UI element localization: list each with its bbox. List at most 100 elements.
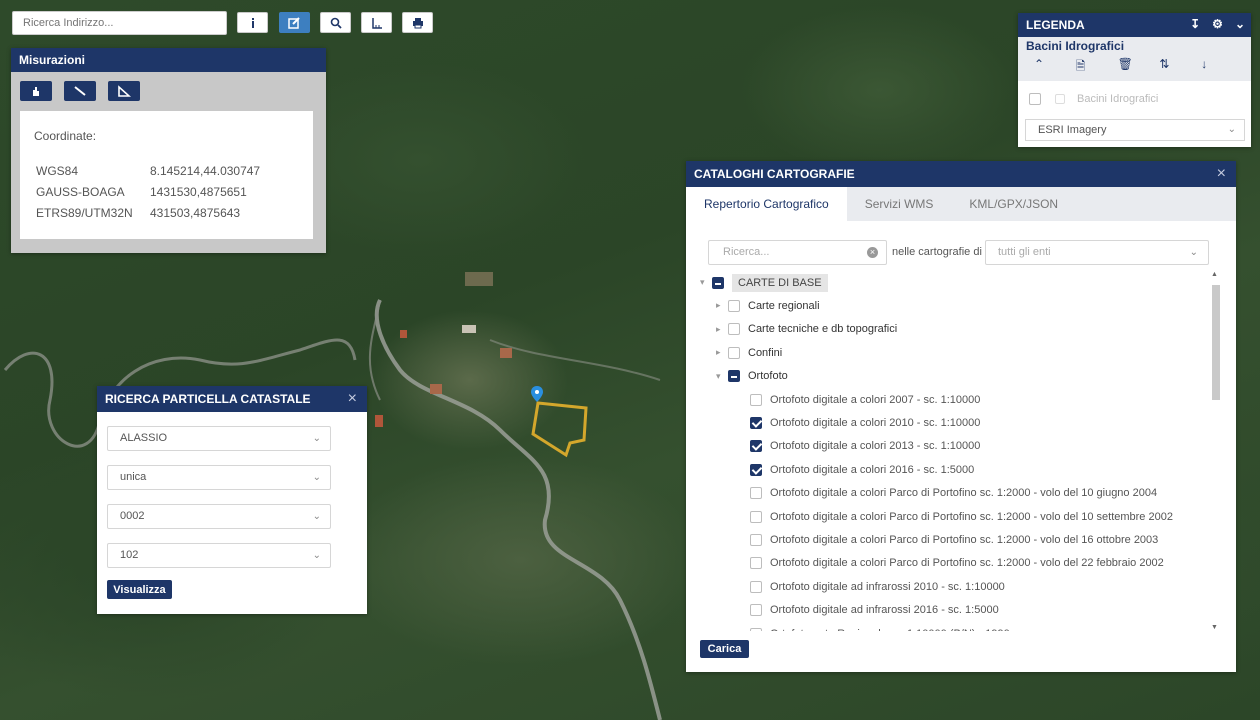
tree-item-label: Ortofoto digitale a colori Parco di Port… — [770, 533, 1159, 546]
tree-checkbox[interactable] — [728, 346, 740, 359]
tree-checkbox[interactable] — [728, 299, 740, 312]
tree-item[interactable]: Ortofoto digitale a colori Parco di Port… — [750, 482, 1157, 505]
tree-checkbox[interactable] — [750, 487, 762, 500]
tree-item[interactable]: ▾ Ortofoto — [716, 365, 788, 388]
tree-item-label: Ortofoto digitale a colori 2016 - sc. 1:… — [770, 463, 975, 476]
layers-icon[interactable]: ⇅ — [1159, 57, 1201, 78]
tree-item[interactable]: ▸ Confini — [716, 341, 782, 364]
tree-scrollbar[interactable]: ▲ ▼ — [1211, 271, 1220, 631]
tab-wms[interactable]: Servizi WMS — [847, 187, 952, 221]
basemap-select[interactable]: ESRI Imagery ⌄ — [1025, 119, 1245, 141]
tree-item[interactable]: Ortofoto digitale a colori 2013 - sc. 1:… — [750, 435, 980, 458]
tree-checkbox[interactable] — [750, 533, 762, 546]
area-measure-button[interactable] — [108, 81, 140, 101]
tree-item[interactable]: Ortofoto digitale a colori 2016 - sc. 1:… — [750, 458, 974, 481]
scrollbar-thumb[interactable] — [1212, 285, 1220, 400]
search-icon — [330, 17, 342, 29]
tree-item[interactable]: Ortofoto digitale a colori 2010 - sc. 1:… — [750, 411, 980, 434]
arrow-down-icon[interactable]: ↓ — [1201, 57, 1243, 78]
tree-checkbox[interactable] — [750, 393, 762, 406]
ruler-line-icon — [74, 86, 86, 96]
caret-down-icon[interactable]: ▾ — [716, 371, 728, 382]
gear-icon[interactable]: ⚙ — [1212, 17, 1223, 31]
point-measure-button[interactable] — [20, 81, 52, 101]
scroll-down-icon[interactable]: ▼ — [1211, 624, 1218, 631]
tab-repertorio[interactable]: Repertorio Cartografico — [686, 187, 847, 221]
clear-icon[interactable]: × — [867, 247, 878, 258]
layer-label: Bacini Idrografici — [1077, 92, 1159, 105]
trash-icon[interactable]: 🗑 — [1118, 57, 1160, 78]
tab-kml[interactable]: KML/GPX/JSON — [951, 187, 1076, 221]
tree-checkbox[interactable] — [750, 510, 762, 523]
hand-pointer-icon — [33, 87, 39, 96]
tree-checkbox[interactable] — [712, 276, 724, 289]
search-button[interactable] — [320, 12, 351, 33]
foglio-value: 0002 — [120, 510, 145, 522]
tree-item-label: Ortofoto digitale a colori Parco di Port… — [770, 487, 1158, 500]
scroll-up-icon[interactable]: ▲ — [1211, 271, 1218, 278]
caret-down-icon[interactable]: ▾ — [700, 277, 712, 288]
print-button[interactable] — [402, 12, 433, 33]
tree-checkbox[interactable] — [728, 370, 740, 383]
legend-layer-row: Bacini Idrografici — [1018, 81, 1251, 116]
layer-visibility-checkbox[interactable] — [1029, 92, 1041, 105]
particella-select[interactable]: 102 ⌄ — [107, 543, 331, 568]
legend-group-title: Bacini Idrografici — [1026, 39, 1125, 53]
tree-item[interactable]: Ortofotocarta Regionale sc. 1:10000 (B/N… — [750, 622, 1010, 631]
tree-checkbox[interactable] — [750, 580, 762, 593]
chevron-down-icon[interactable]: ⌄ — [1235, 17, 1245, 31]
download-icon[interactable]: ↧ — [1190, 17, 1200, 31]
layer-select-checkbox[interactable] — [1055, 93, 1065, 104]
close-icon[interactable]: × — [348, 391, 357, 407]
visualizza-button[interactable]: Visualizza — [107, 580, 172, 599]
measure-icon — [371, 17, 382, 29]
close-icon[interactable]: × — [1217, 166, 1226, 182]
map-pin-icon — [531, 386, 543, 402]
tree-item[interactable]: Ortofoto digitale a colori Parco di Port… — [750, 505, 1173, 528]
address-search-input[interactable] — [12, 11, 227, 35]
coordinate-value: 431503,4875643 — [150, 206, 241, 220]
tree-item[interactable]: ▾ CARTE DI BASE — [700, 271, 828, 294]
tree-item-label: Ortofoto digitale a colori Parco di Port… — [770, 557, 1164, 570]
document-icon[interactable]: 🗎 — [1076, 57, 1118, 78]
tree-item[interactable]: Ortofoto digitale ad infrarossi 2016 - s… — [750, 599, 999, 622]
comune-select[interactable]: ALASSIO ⌄ — [107, 426, 331, 451]
print-icon — [412, 17, 423, 28]
tree-item[interactable]: Ortofoto digitale a colori Parco di Port… — [750, 552, 1164, 575]
catalog-search-input[interactable]: Ricerca... × — [708, 240, 887, 265]
tree-item[interactable]: Ortofoto digitale a colori 2007 - sc. 1:… — [750, 388, 980, 411]
tree-checkbox[interactable] — [750, 440, 762, 453]
line-measure-button[interactable] — [64, 81, 96, 101]
measurements-title: Misurazioni — [19, 53, 86, 67]
caret-right-icon[interactable]: ▸ — [716, 324, 728, 335]
tree-checkbox[interactable] — [750, 604, 762, 617]
caret-right-icon[interactable]: ▸ — [716, 347, 728, 358]
sezione-select[interactable]: unica ⌄ — [107, 465, 331, 490]
tree-item[interactable]: ▸ Carte regionali — [716, 294, 820, 317]
tree-checkbox[interactable] — [750, 463, 762, 476]
tree-checkbox[interactable] — [750, 416, 762, 429]
foglio-select[interactable]: 0002 ⌄ — [107, 504, 331, 529]
info-button[interactable] — [237, 12, 268, 33]
carica-button[interactable]: Carica — [700, 640, 749, 658]
catalog-tabs: Repertorio Cartografico Servizi WMS KML/… — [686, 187, 1236, 221]
chevron-down-icon: ⌄ — [1227, 124, 1236, 135]
area-icon — [118, 85, 131, 97]
tree-item-label: CARTE DI BASE — [732, 273, 828, 292]
tree-checkbox[interactable] — [750, 627, 762, 631]
tree-item[interactable]: ▸ Carte tecniche e db topografici — [716, 318, 897, 341]
tree-item[interactable]: Ortofoto digitale ad infrarossi 2010 - s… — [750, 575, 1005, 598]
tree-checkbox[interactable] — [750, 557, 762, 570]
caret-right-icon[interactable]: ▸ — [716, 300, 728, 311]
chevron-up-icon[interactable]: ⌃ — [1034, 57, 1076, 78]
measurements-header: Misurazioni — [11, 48, 326, 72]
chevron-down-icon: ⌄ — [312, 550, 321, 561]
sezione-value: unica — [120, 471, 147, 483]
tree-item[interactable]: Ortofoto digitale a colori Parco di Port… — [750, 528, 1158, 551]
edit-button[interactable] — [279, 12, 310, 33]
catalog-title: CATALOGHI CARTOGRAFIE — [694, 167, 855, 181]
measure-button[interactable] — [361, 12, 392, 33]
tree-item-label: Ortofoto digitale a colori Parco di Port… — [770, 510, 1173, 523]
tree-checkbox[interactable] — [728, 323, 740, 336]
ente-filter-select[interactable]: tutti gli enti ⌄ — [985, 240, 1209, 265]
